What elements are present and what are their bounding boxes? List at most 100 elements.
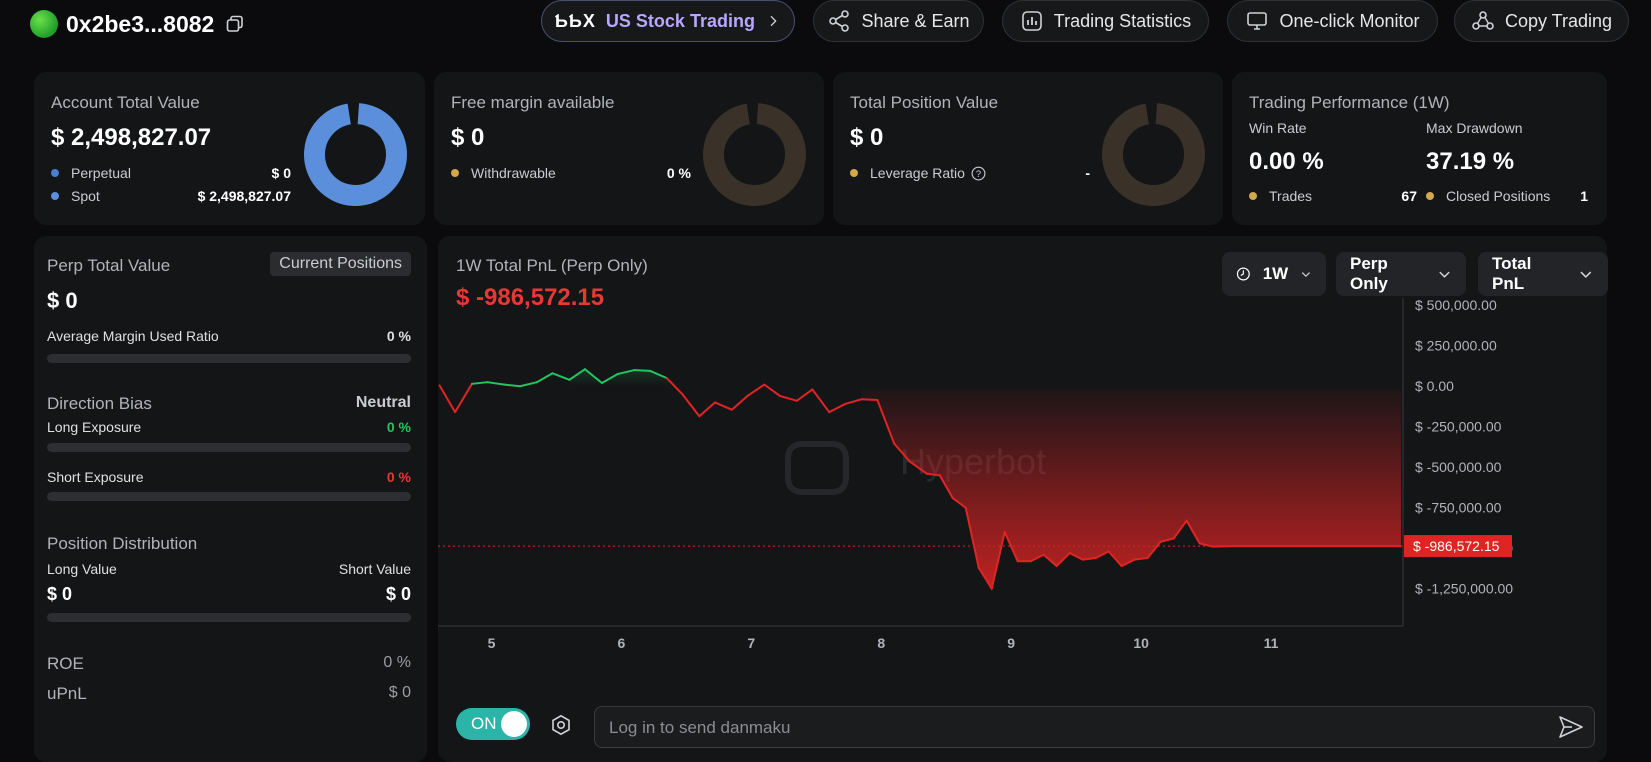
pnl-line-segment (763, 383, 781, 397)
us-stock-trading-button[interactable]: ƄƄX US Stock Trading (541, 0, 795, 42)
y-tick-label: $ -500,000.00 (1415, 459, 1502, 475)
current-value-label: $ -986,572.15 (1413, 538, 1500, 554)
perpetual-dot (51, 169, 59, 177)
closed-positions-dot (1426, 192, 1434, 200)
copy-trading-button[interactable]: Copy Trading (1454, 0, 1629, 42)
margin-ratio-bar (47, 354, 411, 363)
danmaku-toggle[interactable]: ON (456, 708, 530, 740)
pnl-line-segment (454, 382, 473, 414)
roe-value: 0 % (383, 654, 411, 671)
perpetual-label: Perpetual (71, 165, 131, 181)
send-icon[interactable] (1558, 715, 1584, 739)
leverage-dot (850, 169, 858, 177)
margin-ratio-label: Average Margin Used Ratio (47, 328, 219, 344)
pnl-line-segment (486, 381, 506, 386)
free-margin-donut-chart (703, 103, 806, 206)
y-tick-label: $ 500,000.00 (1415, 297, 1497, 313)
scope-dropdown[interactable]: Perp Only (1336, 252, 1466, 296)
brand-logo: ƄƄX (555, 10, 596, 31)
max-drawdown-value: 37.19 % (1426, 148, 1515, 175)
statistics-icon (1021, 11, 1042, 31)
account-total-value: $ 2,498,827.07 (51, 124, 212, 151)
current-positions-tab[interactable]: Current Positions (270, 252, 411, 276)
chevron-down-icon (1439, 271, 1450, 278)
pnl-line-segment (438, 384, 457, 414)
roe-label: ROE (47, 654, 84, 673)
danmaku-input-box (594, 706, 1595, 749)
long-value: $ 0 (47, 584, 73, 604)
withdrawable-row: Withdrawable 0 % (451, 165, 691, 181)
trading-performance-card: Trading Performance (1W) Win Rate Max Dr… (1232, 72, 1607, 225)
metric-value: Total PnL (1492, 254, 1532, 293)
help-icon[interactable]: ? (971, 166, 986, 181)
total-position-title: Total Position Value (850, 93, 999, 112)
chevron-down-icon (1302, 272, 1311, 278)
top-bar: 0x2be3...8082 ƄƄX US Stock Trading Share… (0, 0, 1651, 50)
metric-dropdown[interactable]: Total PnL (1478, 252, 1608, 296)
y-tick-label: $ -1,250,000.00 (1415, 581, 1513, 597)
free-margin-value: $ 0 (451, 124, 485, 151)
x-tick-label: 10 (1133, 635, 1149, 651)
one-click-monitor-label: One-click Monitor (1279, 10, 1420, 31)
pnl-line-segment (698, 401, 716, 418)
upnl-value: $ 0 (388, 684, 411, 701)
long-exposure-label: Long Exposure (47, 419, 142, 435)
withdrawable-label: Withdrawable (471, 165, 556, 181)
leverage-label: Leverage Ratio (870, 165, 965, 181)
long-exposure-value: 0 % (386, 419, 411, 435)
withdrawable-value: 0 % (666, 165, 691, 181)
position-distribution-label: Position Distribution (47, 534, 198, 553)
monitor-icon (1247, 12, 1268, 30)
perp-total-title: Perp Total Value (47, 256, 171, 275)
free-margin-card: Free margin available $ 0 Withdrawable 0… (434, 72, 824, 225)
pnl-line-segment (713, 401, 733, 411)
y-tick-label: $ 0.00 (1415, 378, 1454, 394)
us-stock-trading-label: US Stock Trading (605, 10, 755, 31)
pnl-area-negative (861, 389, 1401, 589)
danmaku-toggle-label: ON (471, 714, 497, 733)
x-tick-label: 9 (1007, 635, 1015, 651)
win-rate-value: 0.00 % (1249, 148, 1324, 175)
closed-positions-label: Closed Positions (1446, 188, 1551, 204)
share-earn-label: Share & Earn (861, 10, 970, 31)
leverage-value: - (1085, 165, 1090, 181)
short-value: $ 0 (385, 584, 411, 604)
performance-title: Trading Performance (1W) (1249, 93, 1450, 112)
time-range-dropdown[interactable]: 1W (1222, 252, 1326, 296)
distribution-bar (47, 613, 411, 622)
leverage-row: Leverage Ratio ? - (850, 165, 1090, 181)
win-rate-label: Win Rate (1249, 120, 1307, 136)
max-drawdown-label: Max Drawdown (1426, 120, 1523, 136)
x-tick-label: 7 (747, 635, 755, 651)
trades-row: Trades 67 (1249, 188, 1417, 204)
settings-icon[interactable] (550, 714, 572, 736)
share-earn-button[interactable]: Share & Earn (813, 0, 984, 42)
pnl-line-segment (470, 381, 489, 385)
toggle-knob (501, 711, 527, 737)
one-click-monitor-button[interactable]: One-click Monitor (1227, 0, 1438, 42)
trading-statistics-button[interactable]: Trading Statistics (1002, 0, 1209, 42)
wallet-address: 0x2be3...8082 (66, 10, 215, 37)
y-tick-label: $ -750,000.00 (1415, 500, 1502, 516)
pnl-line-segment (860, 398, 879, 402)
pnl-line-segment (519, 381, 538, 388)
x-tick-label: 6 (618, 635, 626, 651)
pnl-line-segment (503, 383, 522, 388)
pnl-chart: Hyperbot$ 500,000.00$ 250,000.00$ 0.00$ … (438, 297, 1513, 651)
copy-icon[interactable] (226, 15, 244, 33)
trading-statistics-label: Trading Statistics (1053, 10, 1192, 31)
trades-dot (1249, 192, 1257, 200)
direction-bias-value: Neutral (355, 394, 411, 411)
short-value-label: Short Value (338, 561, 411, 577)
pnl-chart-panel: Hyperbot$ 500,000.00$ 250,000.00$ 0.00$ … (438, 236, 1608, 762)
perpetual-value: $ 0 (271, 165, 291, 181)
x-tick-label: 5 (488, 635, 496, 651)
long-exposure-bar (47, 443, 411, 452)
svg-text:?: ? (976, 168, 981, 178)
pnl-line-segment (746, 383, 766, 397)
account-total-card: Account Total Value $ 2,498,827.07 Perpe… (34, 72, 425, 225)
danmaku-input[interactable] (607, 707, 1531, 749)
perp-summary-panel: Perp Total Value Current Positions $ 0 A… (34, 236, 427, 762)
pnl-line-segment (730, 394, 749, 411)
pnl-line-segment (633, 369, 651, 372)
